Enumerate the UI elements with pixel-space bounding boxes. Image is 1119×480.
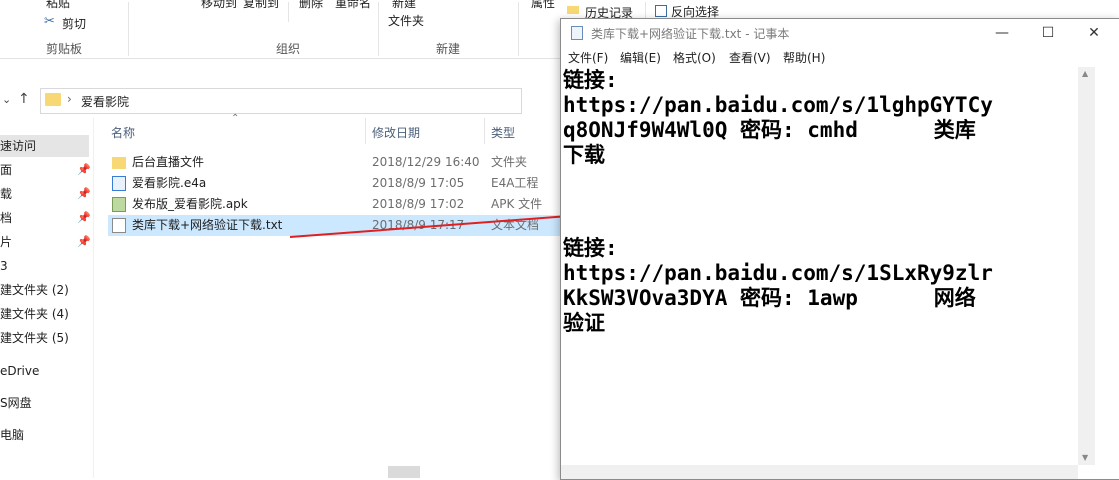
text-editor-area[interactable]: 链接: https://pan.baidu.com/s/1lghpGYTCy q…: [561, 67, 1078, 465]
text-line: KkSW3VOva3DYA 密码: 1awp 网络: [563, 286, 976, 310]
notepad-window: 类库下载+网络验证下载.txt - 记事本 — ☐ ✕ 文件(F) 编辑(E) …: [560, 18, 1119, 480]
scroll-up-arrow-icon[interactable]: ▲: [1082, 69, 1088, 78]
menu-edit[interactable]: 编辑(E): [620, 49, 661, 66]
text-line: https://pan.baidu.com/s/1SLxRy9zlr: [563, 261, 993, 285]
text-line: 链接:: [563, 236, 618, 260]
close-icon[interactable]: ✕: [1071, 19, 1117, 47]
text-line: 下载: [563, 143, 605, 167]
horizontal-scrollbar[interactable]: [561, 465, 1078, 479]
vertical-scrollbar[interactable]: ▲ ▼: [1078, 67, 1095, 465]
menu-help[interactable]: 帮助(H): [783, 49, 825, 66]
menu-format[interactable]: 格式(O): [673, 49, 716, 66]
notepad-title-bar[interactable]: 类库下载+网络验证下载.txt - 记事本 — ☐ ✕: [561, 19, 1119, 47]
menu-file[interactable]: 文件(F): [568, 49, 608, 66]
window-title: 类库下载+网络验证下载.txt - 记事本: [591, 27, 790, 41]
maximize-icon[interactable]: ☐: [1025, 19, 1071, 47]
text-line: 链接:: [563, 68, 618, 92]
scroll-down-arrow-icon[interactable]: ▼: [1082, 453, 1088, 462]
menu-bar: 文件(F) 编辑(E) 格式(O) 查看(V) 帮助(H): [561, 47, 1119, 67]
minimize-icon[interactable]: —: [979, 19, 1025, 47]
menu-view[interactable]: 查看(V): [729, 49, 771, 66]
arrow-shaft: [289, 214, 583, 238]
notepad-app-icon: [571, 26, 583, 40]
text-line: 验证: [563, 311, 605, 335]
text-line: q8ONJf9W4Wl0Q 密码: cmhd 类库: [563, 118, 976, 142]
text-line: https://pan.baidu.com/s/1lghpGYTCy: [563, 93, 993, 117]
